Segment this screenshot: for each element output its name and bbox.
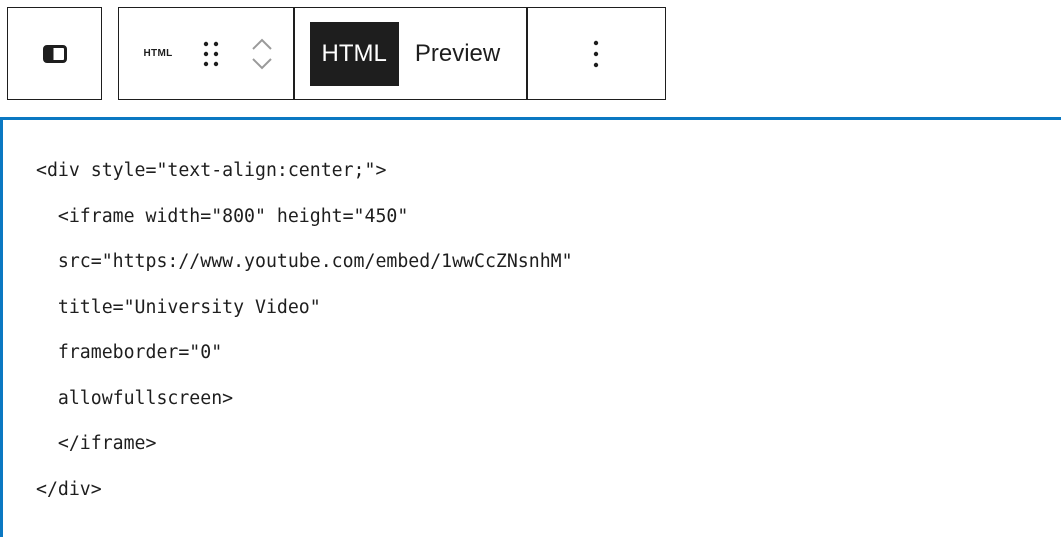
code-line: src="https://www.youtube.com/embed/1wwCc… [36, 251, 573, 272]
vertical-ellipsis-icon [594, 40, 599, 67]
more-options-button[interactable] [528, 8, 665, 99]
code-line: title="University Video" [36, 296, 321, 318]
chevron-down-icon [252, 57, 272, 69]
code-lines: <div style="text-align:center;"> <iframe… [36, 156, 573, 520]
code-line: allowfullscreen> [36, 387, 234, 409]
block-type-button[interactable]: HTML [119, 8, 191, 99]
code-line: </iframe> [36, 433, 157, 454]
sidebar-toggle-group [7, 7, 102, 100]
move-up-button[interactable] [250, 37, 274, 51]
code-line: <iframe width="800" height="450" [36, 205, 409, 227]
block-type-label: HTML [143, 48, 173, 59]
block-toolbar: HTML HTML Preview [118, 7, 666, 100]
chevron-up-icon [252, 38, 272, 50]
block-movers [231, 8, 293, 99]
mode-switcher: HTML Preview [295, 8, 527, 99]
html-code-editor[interactable]: <div style="text-align:center;"> <iframe… [0, 117, 1061, 537]
html-mode-button[interactable]: HTML [309, 21, 399, 86]
code-line: </div> [36, 478, 102, 500]
drag-handle-icon [203, 41, 219, 66]
sidebar-toggle-button[interactable] [8, 8, 101, 99]
drag-handle[interactable] [191, 8, 231, 99]
move-down-button[interactable] [250, 57, 274, 71]
preview-mode-button[interactable]: Preview [399, 22, 512, 86]
code-line: <div style="text-align:center;"> [36, 160, 387, 181]
code-line: frameborder="0" [36, 342, 223, 363]
sidebar-toggle-icon [42, 44, 67, 63]
